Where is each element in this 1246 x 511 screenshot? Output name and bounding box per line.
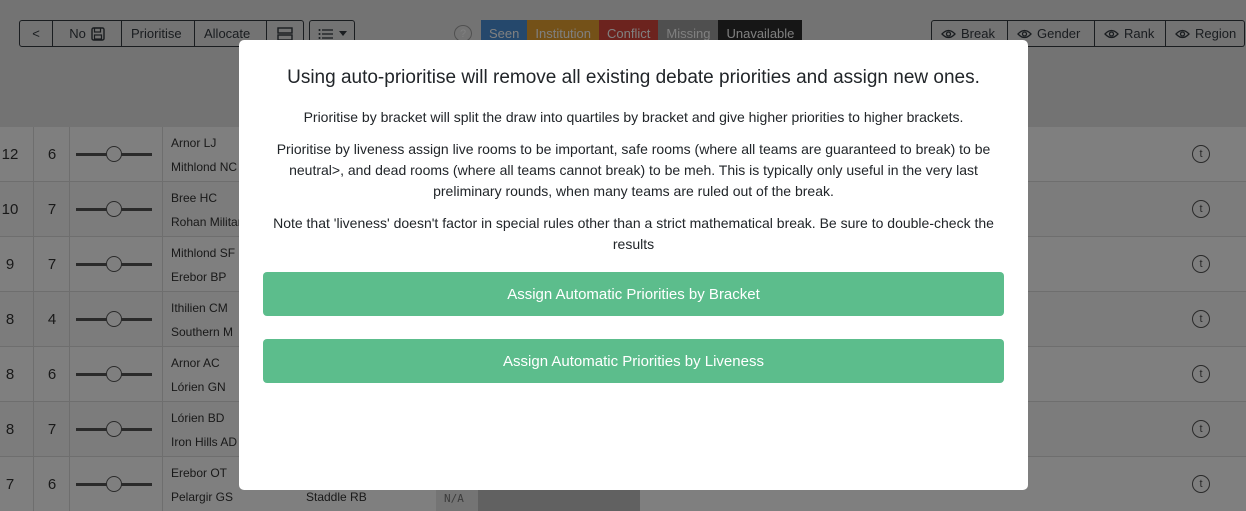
liveness-description: Prioritise by liveness assign live rooms… [276, 141, 991, 199]
bracket-description: Prioritise by bracket will split the dra… [303, 109, 964, 125]
modal-title: Using auto-prioritise will remove all ex… [287, 67, 980, 88]
liveness-note: Note that 'liveness' doesn't factor in s… [273, 215, 994, 252]
assign-by-bracket-button[interactable]: Assign Automatic Priorities by Bracket [263, 272, 1004, 316]
auto-prioritise-modal: Using auto-prioritise will remove all ex… [239, 40, 1028, 490]
assign-by-liveness-button[interactable]: Assign Automatic Priorities by Liveness [263, 339, 1004, 383]
